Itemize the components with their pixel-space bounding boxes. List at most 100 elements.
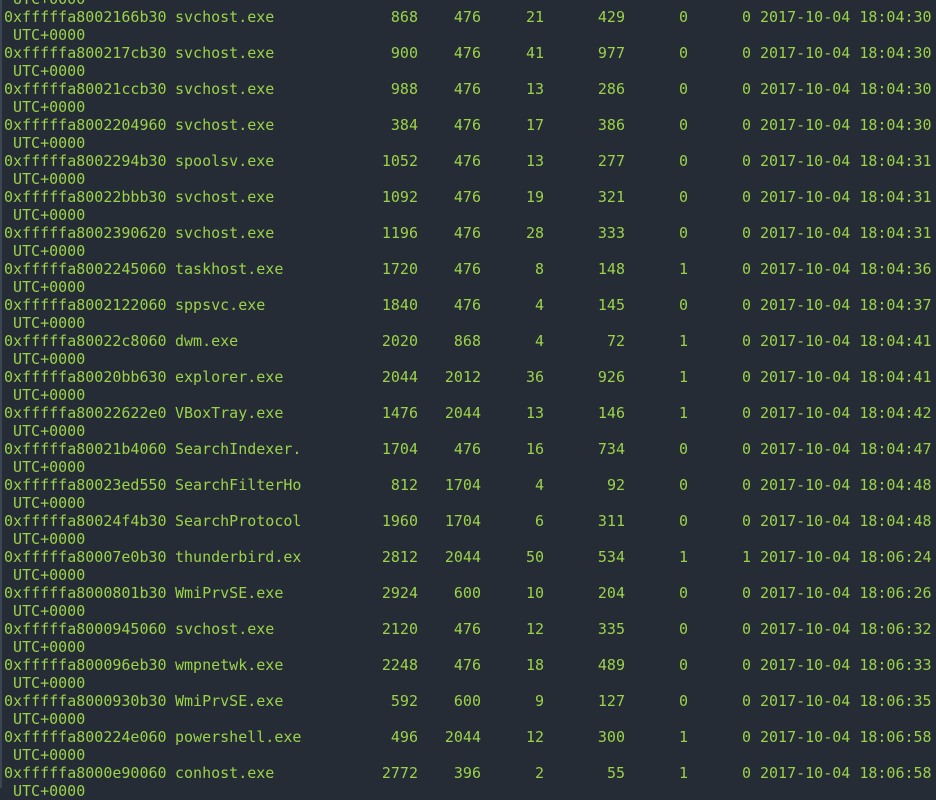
process-wow64: 0 [741,80,751,98]
process-handles: 55 [606,764,625,782]
process-start-time: 2017-10-04 18:06:24 [760,548,932,566]
process-handles: 277 [597,152,625,170]
process-offset: 0xfffffa8000e90060 [4,764,167,782]
process-row: 0xfffffa8002294b30 spoolsv.exe 1052 476 13 27… [0,152,936,170]
process-handles: 286 [597,80,625,98]
process-ppid: 476 [453,8,481,26]
process-offset: 0xfffffa8002245060 [4,260,167,278]
process-session: 0 [678,656,688,674]
process-pid: 2924 [381,584,418,602]
process-pid: 1960 [381,512,418,530]
process-row: 0xfffffa80022622e0 VBoxTray.exe 1476 2044 13… [0,404,936,422]
process-row: 0xfffffa800217cb30 svchost.exe 900 476 41 977… [0,44,936,62]
process-start-time: 2017-10-04 18:04:37 [760,296,932,314]
process-row: 0xfffffa8000945060 svchost.exe 2120 476 12 33… [0,620,936,638]
tz-continuation-line: UTC+0000 [0,710,936,728]
process-start-time: 2017-10-04 18:04:41 [760,368,932,386]
process-ppid: 396 [453,764,481,782]
process-threads: 50 [525,548,544,566]
process-ppid: 476 [453,44,481,62]
process-handles: 926 [597,368,625,386]
process-handles: 335 [597,620,625,638]
process-threads: 18 [525,656,544,674]
process-start-time: 2017-10-04 18:04:31 [760,224,932,242]
process-name: explorer.exe [175,368,284,386]
process-handles: 734 [597,440,625,458]
process-name: wmpnetwk.exe [175,656,284,674]
process-pid: 1092 [381,188,418,206]
process-start-time: 2017-10-04 18:04:42 [760,404,932,422]
process-ppid: 476 [453,152,481,170]
process-pid: 2248 [381,656,418,674]
process-ppid: 476 [453,656,481,674]
process-start-time: 2017-10-04 18:06:58 [760,728,932,746]
process-wow64: 0 [741,584,751,602]
process-threads: 2 [534,764,544,782]
process-wow64: 0 [741,152,751,170]
tz-continuation-line: UTC+0000 [0,242,936,260]
process-wow64: 0 [741,44,751,62]
process-start-time: 2017-10-04 18:04:41 [760,332,932,350]
process-offset: 0xfffffa80020bb630 [4,368,167,386]
process-session: 0 [678,620,688,638]
process-row: 0xfffffa8000801b30 WmiPrvSE.exe 2924 600 10 2… [0,584,936,602]
process-ppid: 476 [453,440,481,458]
process-name: svchost.exe [175,620,275,638]
process-ppid: 1704 [444,476,481,494]
process-session: 0 [678,152,688,170]
process-handles: 127 [597,692,625,710]
process-row: 0xfffffa8002122060 sppsvc.exe 1840 476 4 145 0… [0,296,936,314]
process-session: 0 [678,8,688,26]
process-ppid: 600 [453,584,481,602]
process-pid: 1476 [381,404,418,422]
process-handles: 489 [597,656,625,674]
terminal-window[interactable]: UTC+0000 0xfffffa8002166b30svchost.exe86… [0,0,936,800]
process-threads: 16 [525,440,544,458]
timezone-text: UTC+0000 [13,602,86,620]
process-row: 0xfffffa80021b4060 SearchIndexer. 1704 476 1… [0,440,936,458]
process-session: 0 [678,80,688,98]
tz-continuation-line: UTC+0000 [0,386,936,404]
process-offset: 0xfffffa8002122060 [4,296,167,314]
process-pid: 2020 [381,332,418,350]
process-row: 0xfffffa80022bbb30 svchost.exe 1092 476 19 32… [0,188,936,206]
process-handles: 92 [606,476,625,494]
process-ppid: 2012 [444,368,481,386]
tz-continuation-line: UTC+0000 [0,494,936,512]
timezone-text: UTC+0000 [13,710,86,728]
process-session: 0 [678,116,688,134]
timezone-text: UTC+0000 [13,206,86,224]
process-threads: 4 [534,476,544,494]
process-wow64: 0 [741,476,751,494]
process-threads: 8 [534,260,544,278]
process-offset: 0xfffffa80021ccb30 [4,80,167,98]
tz-continuation-line: UTC+0000 [0,278,936,296]
timezone-text: UTC+0000 [13,782,86,800]
process-row: 0xfffffa8002390620 svchost.exe 1196 476 28 33… [0,224,936,242]
process-ppid: 2044 [444,404,481,422]
process-name: conhost.exe [175,764,275,782]
process-wow64: 0 [741,332,751,350]
process-name: SearchFilterHo [175,476,302,494]
process-name: SearchIndexer. [175,440,302,458]
process-handles: 386 [597,116,625,134]
process-handles: 333 [597,224,625,242]
process-pid: 1196 [381,224,418,242]
process-name: VBoxTray.exe [175,404,284,422]
tz-continuation-line: UTC+0000 [0,458,936,476]
process-ppid: 476 [453,116,481,134]
process-handles: 311 [597,512,625,530]
process-row: 0xfffffa80007e0b30 thunderbird.ex 2812 2044… [0,548,936,566]
process-threads: 4 [534,296,544,314]
process-start-time: 2017-10-04 18:04:47 [760,440,932,458]
timezone-text: UTC+0000 [13,170,86,188]
process-pid: 1720 [381,260,418,278]
process-pid: 1840 [381,296,418,314]
process-start-time: 2017-10-04 18:06:32 [760,620,932,638]
process-threads: 10 [525,584,544,602]
process-offset: 0xfffffa8002294b30 [4,152,167,170]
process-row: 0xfffffa80021ccb30 svchost.exe 988 476 13 286… [0,80,936,98]
process-wow64: 0 [741,404,751,422]
tz-continuation-line: UTC+0000 [0,134,936,152]
process-wow64: 0 [741,260,751,278]
